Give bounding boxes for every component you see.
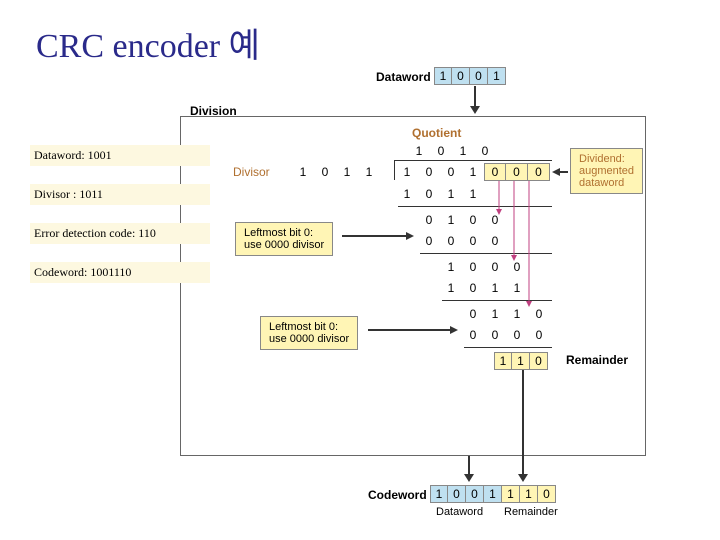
- bit: 1: [358, 163, 380, 181]
- bit: 0: [474, 142, 496, 160]
- bit: 0: [470, 67, 488, 85]
- divisor-label: Divisor: [233, 165, 270, 179]
- arrow-down-icon: [516, 370, 530, 484]
- bit: 0: [418, 185, 440, 203]
- bit: 1: [434, 67, 452, 85]
- bit: 1: [488, 67, 506, 85]
- bit: 0: [440, 232, 462, 250]
- bit: 0: [462, 211, 484, 229]
- tag-line: augmented: [579, 165, 634, 177]
- bit: 0: [466, 485, 484, 503]
- info-line-codeword: Codeword: 1001110: [30, 262, 210, 283]
- bit: 0: [462, 326, 484, 344]
- bit: 1: [462, 163, 484, 181]
- info-line-dataword: Dataword: 1001: [30, 145, 210, 166]
- bit: 1: [462, 185, 484, 203]
- bit: 1: [440, 185, 462, 203]
- arrow-down-icon: [462, 456, 476, 484]
- tag-line: Dividend:: [579, 153, 634, 165]
- bit: 0: [418, 163, 440, 181]
- dividend-bits: 1 0 0 1 0 0 0: [396, 163, 550, 181]
- bit: 0: [430, 142, 452, 160]
- calc-row: 1 0 1 1: [396, 185, 484, 203]
- codeword-sublabel-dataword: Dataword: [436, 506, 483, 518]
- bit: 1: [336, 163, 358, 181]
- bit: 1: [520, 485, 538, 503]
- bit: 1: [292, 163, 314, 181]
- tag-line: use 0000 divisor: [269, 333, 349, 345]
- bit: 0: [418, 211, 440, 229]
- quotient-label: Quotient: [412, 126, 461, 140]
- calc-row: 0 0 0 0: [418, 232, 506, 250]
- bit: 1: [396, 185, 418, 203]
- slide-title: CRC encoder 예: [36, 18, 260, 67]
- bit: 1: [502, 485, 520, 503]
- leftmost-bit-tag-2: Leftmost bit 0: use 0000 divisor: [260, 316, 358, 350]
- info-line-divisor: Divisor : 1011: [30, 184, 210, 205]
- bit: 0: [462, 305, 484, 323]
- info-panel: Dataword: 1001 Divisor : 1011 Error dete…: [30, 145, 210, 301]
- codeword-bits: 1 0 0 1 1 1 0: [430, 485, 556, 503]
- arrow-left-icon: [552, 168, 568, 176]
- dataword-label-top: Dataword: [376, 70, 431, 84]
- bit: 1: [408, 142, 430, 160]
- bit: 1: [430, 485, 448, 503]
- bit: 0: [462, 232, 484, 250]
- bit: 0: [528, 163, 550, 181]
- quotient-bits: 1 0 1 0: [408, 142, 496, 160]
- bit: 1: [440, 211, 462, 229]
- codeword-sublabel-remainder: Remainder: [504, 506, 558, 518]
- bit: 0: [448, 485, 466, 503]
- bit: 0: [538, 485, 556, 503]
- bit: 1: [452, 142, 474, 160]
- bit: 0: [462, 258, 484, 276]
- remainder-label: Remainder: [566, 353, 628, 367]
- calc-row: 0 1 0 0: [418, 211, 506, 229]
- bit: 0: [440, 163, 462, 181]
- bit: 0: [506, 163, 528, 181]
- bit: 0: [314, 163, 336, 181]
- divisor-bits: 1 0 1 1: [292, 163, 380, 181]
- leftmost-bit-tag-1: Leftmost bit 0: use 0000 divisor: [235, 222, 333, 256]
- bit: 1: [440, 258, 462, 276]
- dataword-bits-top: 1 0 0 1: [434, 67, 506, 85]
- arrow-down-icon: [468, 86, 482, 116]
- dropdown-arrows-icon: [494, 181, 536, 359]
- tag-line: Leftmost bit 0:: [244, 227, 324, 239]
- codeword-label: Codeword: [368, 488, 427, 502]
- bit: 1: [440, 279, 462, 297]
- info-line-edc: Error detection code: 110: [30, 223, 210, 244]
- bit: 0: [484, 163, 506, 181]
- tag-line: dataword: [579, 177, 634, 189]
- bit: 0: [452, 67, 470, 85]
- bit: 0: [462, 279, 484, 297]
- division-label: Division: [190, 104, 237, 118]
- tag-line: Leftmost bit 0:: [269, 321, 349, 333]
- bit: 0: [418, 232, 440, 250]
- arrow-right-icon: [368, 326, 460, 334]
- arrow-right-icon: [342, 232, 416, 240]
- bit: 1: [396, 163, 418, 181]
- tag-line: use 0000 divisor: [244, 239, 324, 251]
- bit: 1: [484, 485, 502, 503]
- dividend-tag: Dividend: augmented dataword: [570, 148, 643, 194]
